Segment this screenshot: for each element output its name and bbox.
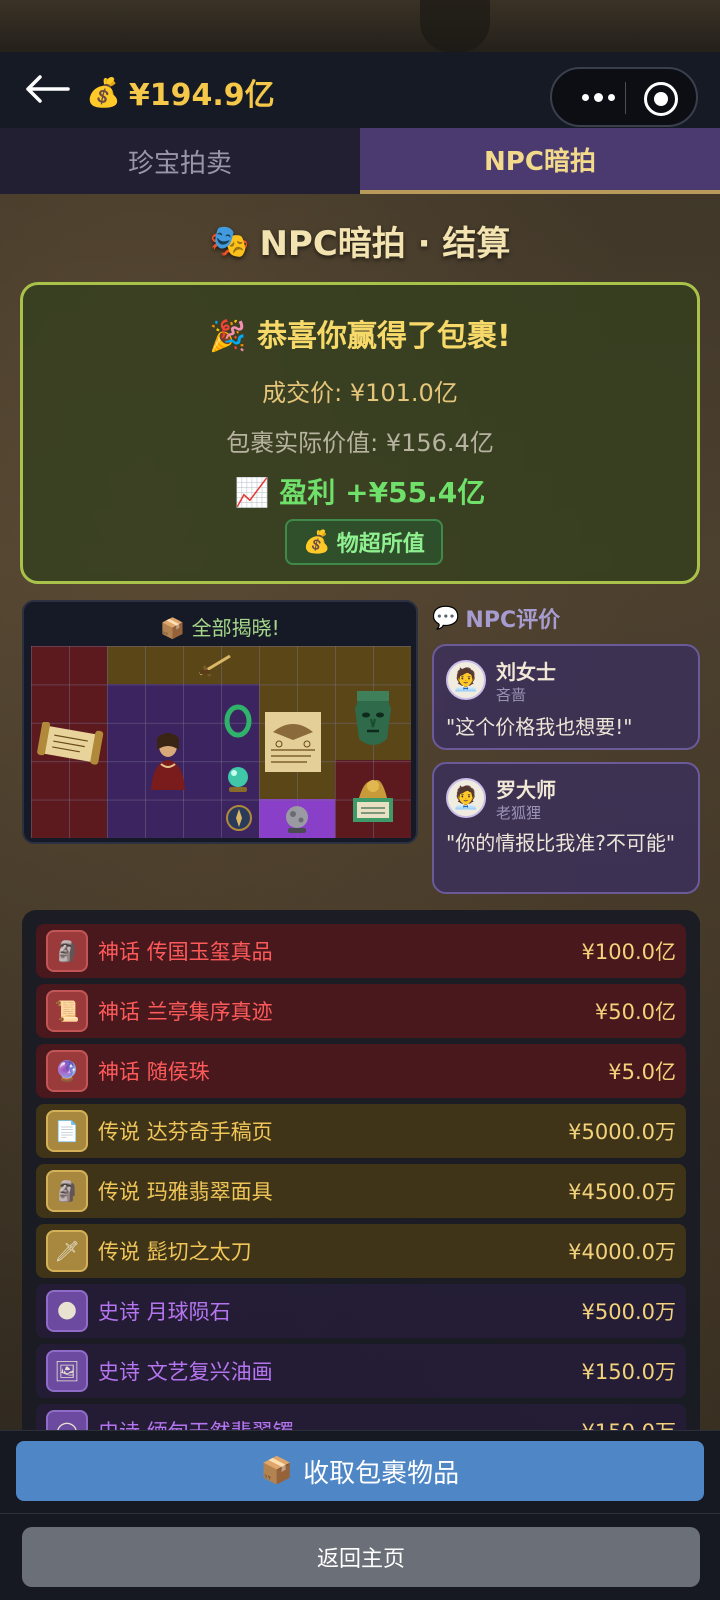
page-title-text: NPC暗拍 · 结算 <box>259 224 511 264</box>
more-options-icon[interactable] <box>570 83 626 111</box>
item-grid <box>31 646 411 838</box>
speech-bubble-icon: 💬 <box>432 605 460 631</box>
manuscript-icon: 📄 <box>46 1110 88 1152</box>
ink-bottle-decoration <box>420 0 490 52</box>
reveal-grid-panel: 📦 全部揭晓! <box>22 600 418 844</box>
item-value-list: 🗿 神话 传国玉玺真品 ¥100.0亿 📜 神话 兰亭集序真迹 ¥50.0亿 🔮… <box>22 910 700 1430</box>
profit-line: 📈 盈利 +¥55.4亿 <box>234 476 486 509</box>
list-item: 🔮 神话 随侯珠 ¥5.0亿 <box>36 1044 686 1098</box>
package-icon: 📦 <box>260 1456 294 1486</box>
money-bag-icon: 💰 <box>86 75 121 109</box>
bracelet-icon: ◯ <box>46 1410 88 1430</box>
manuscript-icon <box>261 708 325 776</box>
bottom-action-bar: 📦 收取包裹物品 返回主页 <box>0 1430 720 1600</box>
list-item: 🗿 神话 传国玉玺真品 ¥100.0亿 <box>36 924 686 978</box>
balance-display: 💰 ¥194.9亿 <box>86 70 275 114</box>
tab-npc-blind-auction[interactable]: NPC暗拍 <box>360 128 720 194</box>
npc-quote: "这个价格我也想要!" <box>446 715 633 739</box>
capsule-divider <box>625 82 626 114</box>
scroll-icon: 📜 <box>46 990 88 1032</box>
return-home-button[interactable]: 返回主页 <box>22 1527 700 1587</box>
close-miniprogram-icon[interactable] <box>644 82 678 116</box>
balance-amount: ¥194.9亿 <box>128 78 275 113</box>
npc-trait: 吝啬 <box>496 686 527 704</box>
npc-trait: 老狐狸 <box>496 804 542 822</box>
npc-avatar-icon: 🧑‍💼 <box>446 778 486 818</box>
list-item: 🗡 传说 髭切之太刀 ¥4000.0万 <box>36 1224 686 1278</box>
list-item: 🗿 传说 玛雅翡翠面具 ¥4500.0万 <box>36 1164 686 1218</box>
tab-bar: 珍宝拍卖 NPC暗拍 <box>0 128 720 194</box>
painting-icon <box>143 726 193 792</box>
bracelet-icon <box>219 702 257 740</box>
katana-icon: 🗡 <box>46 1230 88 1272</box>
npc-review-heading: 💬 NPC评价 <box>432 605 561 634</box>
reveal-caption: 📦 全部揭晓! <box>160 616 280 640</box>
chart-increasing-icon: 📈 <box>234 476 270 509</box>
compass-icon <box>221 800 257 836</box>
background-photo-strip <box>0 0 720 52</box>
actual-value: 包裹实际价值: ¥156.4亿 <box>226 429 494 457</box>
npc-avatar-icon: 🧑‍💼 <box>446 660 486 700</box>
pearl-icon <box>219 760 257 798</box>
scroll-icon <box>35 722 105 766</box>
katana-icon <box>193 648 239 682</box>
win-headline: 🎉 恭喜你赢得了包裹! <box>209 319 511 354</box>
package-icon: 📦 <box>160 616 186 640</box>
npc-name: 罗大师 <box>496 778 556 802</box>
tab-treasure-auction[interactable]: 珍宝拍卖 <box>0 128 360 194</box>
meteorite-icon: 🌑 <box>46 1290 88 1332</box>
jade-seal-icon <box>337 762 409 834</box>
list-item: 📜 神话 兰亭集序真迹 ¥50.0亿 <box>36 984 686 1038</box>
deal-price: 成交价: ¥101.0亿 <box>262 379 458 407</box>
npc-quote: "你的情报比我准?不可能" <box>446 831 676 855</box>
list-item: ◯ 史诗 缅甸天然翡翠镯 ¥150.0万 <box>36 1404 686 1430</box>
page-title: 🎭 NPC暗拍 · 结算 <box>0 216 720 265</box>
npc-review-card: 🧑‍💼 刘女士 吝啬 "这个价格我也想要!" <box>432 644 700 750</box>
divider <box>0 1513 720 1514</box>
list-item: 🌑 史诗 月球陨石 ¥500.0万 <box>36 1284 686 1338</box>
result-card: 🎉 恭喜你赢得了包裹! 成交价: ¥101.0亿 包裹实际价值: ¥156.4亿… <box>20 282 700 584</box>
money-bag-icon: 💰 <box>303 529 331 555</box>
painting-icon: 🖼 <box>46 1350 88 1392</box>
list-item: 🖼 史诗 文艺复兴油画 ¥150.0万 <box>36 1344 686 1398</box>
pearl-icon: 🔮 <box>46 1050 88 1092</box>
back-arrow-icon[interactable] <box>24 72 70 106</box>
theater-masks-icon: 🎭 <box>209 221 250 260</box>
miniprogram-capsule <box>550 67 698 127</box>
navigation-bar: 💰 ¥194.9亿 <box>0 52 720 128</box>
npc-review-card: 🧑‍💼 罗大师 老狐狸 "你的情报比我准?不可能" <box>432 762 700 894</box>
jade-mask-icon: 🗿 <box>46 1170 88 1212</box>
value-badge: 💰 物超所值 <box>285 519 443 565</box>
jade-mask-icon <box>337 686 409 758</box>
collect-items-button[interactable]: 📦 收取包裹物品 <box>16 1441 704 1501</box>
list-item: 📄 传说 达芬奇手稿页 ¥5000.0万 <box>36 1104 686 1158</box>
jade-seal-icon: 🗿 <box>46 930 88 972</box>
meteorite-icon <box>261 800 333 838</box>
party-popper-icon: 🎉 <box>209 319 247 354</box>
npc-name: 刘女士 <box>496 660 556 684</box>
